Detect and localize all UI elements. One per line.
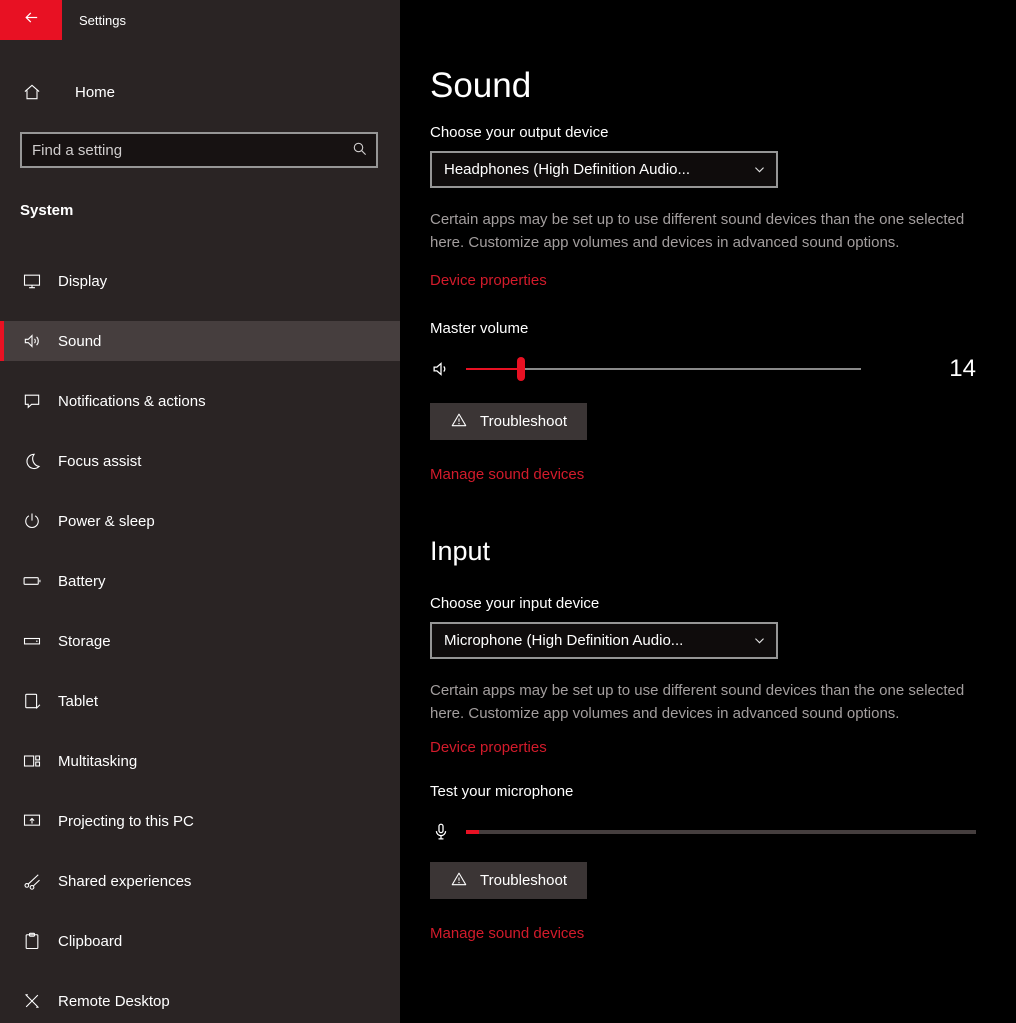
speaker-icon[interactable]	[430, 358, 452, 380]
display-icon	[21, 270, 43, 292]
sidebar-item-label: Battery	[58, 573, 106, 590]
master-volume-label: Master volume	[430, 320, 976, 337]
input-device-properties-link[interactable]: Device properties	[430, 739, 547, 756]
output-device-dropdown[interactable]: Headphones (High Definition Audio...	[430, 151, 778, 188]
sidebar-item-tablet[interactable]: Tablet	[0, 681, 400, 721]
sidebar-item-label: Storage	[58, 633, 111, 650]
projecting-icon	[21, 810, 43, 832]
sidebar-item-label: Shared experiences	[58, 873, 191, 890]
sidebar-item-label: Tablet	[58, 693, 98, 710]
multitasking-icon	[21, 750, 43, 772]
input-manage-devices-link[interactable]: Manage sound devices	[430, 925, 584, 942]
home-icon	[21, 81, 43, 103]
output-manage-devices-link[interactable]: Manage sound devices	[430, 466, 584, 483]
notifications-icon	[21, 390, 43, 412]
settings-window: Settings Home System Display	[0, 0, 1016, 1023]
search-input[interactable]	[20, 132, 378, 168]
input-device-label: Choose your input device	[430, 595, 976, 612]
chevron-down-icon	[752, 162, 767, 177]
input-description: Certain apps may be set up to use differ…	[430, 679, 982, 725]
input-device-value: Microphone (High Definition Audio...	[444, 632, 683, 649]
sidebar-nav: Display Sound Notifications & actions Fo…	[0, 261, 400, 1021]
sidebar-item-battery[interactable]: Battery	[0, 561, 400, 601]
sidebar-item-label: Notifications & actions	[58, 393, 206, 410]
sidebar-item-clipboard[interactable]: Clipboard	[0, 921, 400, 961]
app-title: Settings	[79, 13, 126, 28]
sidebar-item-focus-assist[interactable]: Focus assist	[0, 441, 400, 481]
sidebar-item-shared-experiences[interactable]: Shared experiences	[0, 861, 400, 901]
sidebar-item-notifications[interactable]: Notifications & actions	[0, 381, 400, 421]
back-button[interactable]	[0, 0, 62, 40]
sidebar: Settings Home System Display	[0, 0, 400, 1023]
sound-icon	[21, 330, 43, 352]
warning-icon	[450, 411, 468, 433]
shared-experiences-icon	[21, 870, 43, 892]
tablet-icon	[21, 690, 43, 712]
sidebar-section-label: System	[20, 202, 400, 219]
search-box	[20, 132, 378, 168]
sidebar-item-label: Clipboard	[58, 933, 122, 950]
input-device-dropdown[interactable]: Microphone (High Definition Audio...	[430, 622, 778, 659]
test-microphone-label: Test your microphone	[430, 783, 976, 800]
focus-assist-icon	[21, 450, 43, 472]
search-icon[interactable]	[351, 140, 369, 158]
output-troubleshoot-button[interactable]: Troubleshoot	[430, 403, 587, 440]
sidebar-item-label: Focus assist	[58, 453, 141, 470]
output-device-value: Headphones (High Definition Audio...	[444, 161, 690, 178]
page-title: Sound	[430, 66, 976, 106]
output-device-label: Choose your output device	[430, 124, 976, 141]
home-label: Home	[75, 84, 115, 101]
sidebar-item-sound[interactable]: Sound	[0, 321, 400, 361]
input-troubleshoot-button[interactable]: Troubleshoot	[430, 862, 587, 899]
troubleshoot-label: Troubleshoot	[480, 872, 567, 889]
titlebar: Settings	[0, 0, 400, 40]
input-section-title: Input	[430, 536, 976, 567]
main-content: Sound Choose your output device Headphon…	[400, 0, 1016, 1023]
sidebar-item-home[interactable]: Home	[0, 72, 400, 112]
sidebar-item-label: Projecting to this PC	[58, 813, 194, 830]
sidebar-item-projecting[interactable]: Projecting to this PC	[0, 801, 400, 841]
mic-level-fill	[466, 830, 479, 834]
microphone-icon	[430, 821, 452, 843]
output-device-properties-link[interactable]: Device properties	[430, 272, 547, 289]
output-description: Certain apps may be set up to use differ…	[430, 208, 982, 254]
mic-level-meter	[466, 830, 976, 834]
sidebar-item-remote-desktop[interactable]: Remote Desktop	[0, 981, 400, 1021]
volume-slider-thumb[interactable]	[517, 357, 525, 381]
sidebar-item-storage[interactable]: Storage	[0, 621, 400, 661]
battery-icon	[21, 570, 43, 592]
chevron-down-icon	[752, 633, 767, 648]
storage-icon	[21, 630, 43, 652]
sidebar-item-display[interactable]: Display	[0, 261, 400, 301]
volume-value: 14	[949, 355, 976, 383]
master-volume-row: 14	[430, 353, 976, 385]
troubleshoot-label: Troubleshoot	[480, 413, 567, 430]
warning-icon	[450, 870, 468, 892]
power-icon	[21, 510, 43, 532]
sidebar-item-label: Power & sleep	[58, 513, 155, 530]
sidebar-item-label: Display	[58, 273, 107, 290]
sidebar-item-multitasking[interactable]: Multitasking	[0, 741, 400, 781]
remote-desktop-icon	[21, 990, 43, 1012]
sidebar-item-power-sleep[interactable]: Power & sleep	[0, 501, 400, 541]
sidebar-item-label: Remote Desktop	[58, 993, 170, 1010]
back-arrow-icon	[23, 9, 40, 31]
clipboard-icon	[21, 930, 43, 952]
sidebar-item-label: Multitasking	[58, 753, 137, 770]
volume-slider[interactable]	[466, 353, 861, 385]
sidebar-item-label: Sound	[58, 333, 101, 350]
mic-level-row	[430, 818, 976, 846]
volume-slider-fill	[466, 368, 521, 370]
